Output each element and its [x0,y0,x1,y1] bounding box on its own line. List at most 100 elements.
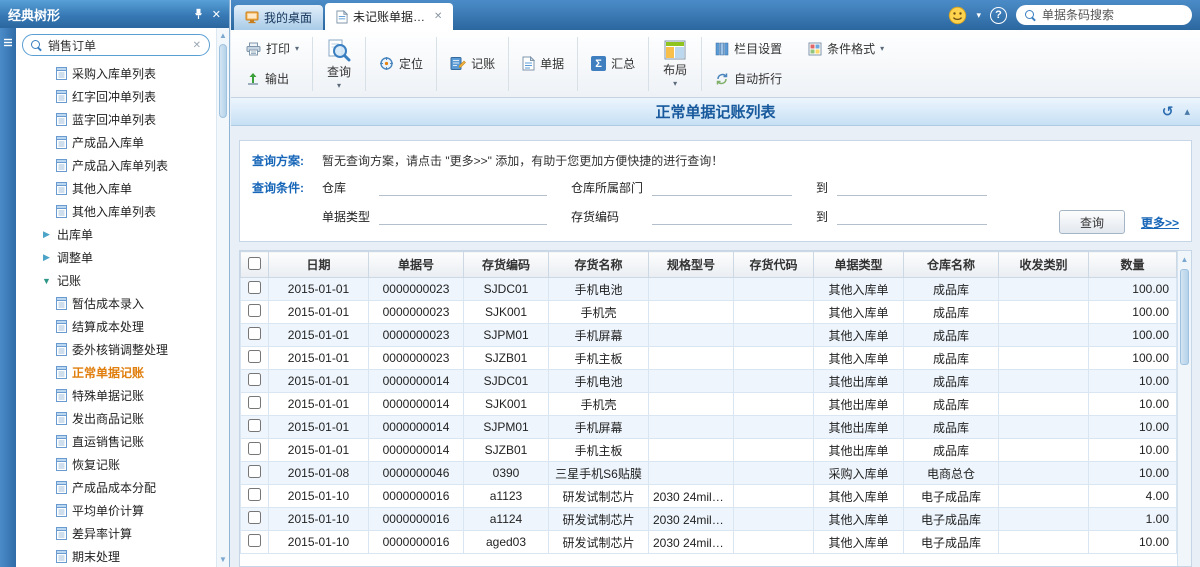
tree-item[interactable]: ▶ ▼ 产成品入库单列表 [16,154,216,177]
tree-item[interactable]: ▶ ▼ 发出商品记账 [16,407,216,430]
tree-item[interactable]: ▶ ▼ 产成品入库单 [16,131,216,154]
tree-item[interactable]: ▶ ▼ 红字回冲单列表 [16,85,216,108]
row-checkbox[interactable] [248,534,261,547]
post-button[interactable]: 记账 [442,52,503,75]
table-row[interactable]: 2015-01-01 0000000014 SJK001 手机壳 其他出库单 成… [241,393,1177,416]
tree-item[interactable]: ▶ ▼ 调整单 [16,246,216,269]
tree-item[interactable]: ▶ ▼ 恢复记账 [16,453,216,476]
tree-item-label: 发出商品记账 [72,410,144,427]
tab-my-desktop[interactable]: 我的桌面 [234,5,323,30]
tree-item[interactable]: ▶ ▼ 记账 [16,269,216,292]
cell-doc-no: 0000000023 [369,301,464,324]
more-link[interactable]: 更多>> [1141,214,1179,231]
row-checkbox[interactable] [248,419,261,432]
sidebar-scrollbar[interactable]: ▲ ▼ [216,28,229,567]
refresh-icon[interactable]: ↺ [1162,103,1174,120]
row-checkbox[interactable] [248,396,261,409]
column-header[interactable]: 日期 [269,252,369,278]
row-checkbox[interactable] [248,350,261,363]
warehouse-input[interactable] [379,179,547,196]
help-icon[interactable]: ? [990,7,1007,24]
doc-type-input[interactable] [379,208,547,225]
column-header[interactable]: 数量 [1089,252,1177,278]
document-button[interactable]: 单据 [514,52,572,75]
column-header[interactable]: 单据号 [369,252,464,278]
table-row[interactable]: 2015-01-10 0000000016 aged03 研发试制芯片 2030… [241,531,1177,554]
row-checkbox[interactable] [248,465,261,478]
warehouse-dept-input[interactable] [652,179,792,196]
barcode-search-input[interactable] [1042,8,1183,22]
tree-item[interactable]: ▶ ▼ 委外核销调整处理 [16,338,216,361]
collapse-panel-icon[interactable]: ▴ [1184,105,1190,118]
column-header[interactable]: 单据类型 [814,252,904,278]
row-checkbox[interactable] [248,488,261,501]
scroll-down-icon[interactable]: ▼ [217,555,229,564]
column-header[interactable]: 存货编码 [464,252,549,278]
column-settings-button[interactable]: 栏目设置 [707,37,790,60]
tree-item[interactable]: ▶ ▼ 其他入库单列表 [16,200,216,223]
conditional-format-button[interactable]: 条件格式 ▾ [800,37,892,60]
scroll-up-icon[interactable]: ▲ [217,31,229,40]
smiley-icon[interactable] [948,6,967,25]
print-button[interactable]: 打印 ▾ [238,37,307,60]
scrollbar-thumb[interactable] [1180,269,1189,365]
locate-button[interactable]: 定位 [371,52,431,75]
row-checkbox[interactable] [248,281,261,294]
close-sidebar-icon[interactable]: ✕ [212,8,221,21]
table-row[interactable]: 2015-01-01 0000000014 SJDC01 手机电池 其他出库单 … [241,370,1177,393]
table-scrollbar[interactable]: ▲ [1177,251,1191,566]
tree-item[interactable]: ▶ ▼ 出库单 [16,223,216,246]
tree-item[interactable]: ▶ ▼ 特殊单据记账 [16,384,216,407]
tree-item[interactable]: ▶ ▼ 差异率计算 [16,522,216,545]
row-checkbox[interactable] [248,373,261,386]
row-checkbox[interactable] [248,327,261,340]
auto-wrap-button[interactable]: 自动折行 [707,67,790,90]
table-row[interactable]: 2015-01-01 0000000023 SJPM01 手机屏幕 其他入库单 … [241,324,1177,347]
row-checkbox[interactable] [248,511,261,524]
tree-item[interactable]: ▶ ▼ 暂估成本录入 [16,292,216,315]
sidebar-collapse-strip[interactable] [0,28,16,567]
chevron-down-icon[interactable]: ▾ [976,10,981,21]
close-tab-icon[interactable]: ✕ [434,11,442,22]
output-button[interactable]: 输出 [238,67,307,90]
select-all-checkbox[interactable] [248,257,261,270]
query-button[interactable]: 查询 ▾ [318,35,360,93]
column-header[interactable]: 仓库名称 [904,252,999,278]
tree-item[interactable]: ▶ ▼ 结算成本处理 [16,315,216,338]
column-header[interactable]: 收发类别 [999,252,1089,278]
layout-button[interactable]: 布局 ▾ [654,37,696,91]
scrollbar-thumb[interactable] [219,44,227,118]
table-row[interactable]: 2015-01-10 0000000016 a1124 研发试制芯片 2030 … [241,508,1177,531]
table-row[interactable]: 2015-01-08 0000000046 0390 三星手机S6贴膜 采购入库… [241,462,1177,485]
summary-button[interactable]: Σ 汇总 [583,52,643,75]
tree-item[interactable]: ▶ ▼ 平均单价计算 [16,499,216,522]
inv-code-input[interactable] [652,208,792,225]
table-row[interactable]: 2015-01-01 0000000014 SJZB01 手机主板 其他出库单 … [241,439,1177,462]
clear-search-icon[interactable]: ✕ [193,40,201,51]
run-query-button[interactable]: 查询 [1059,210,1125,234]
inv-code-to-input[interactable] [837,208,987,225]
tab-unposted-docs[interactable]: 未记账单据… ✕ [325,3,453,30]
tree-item[interactable]: ▶ ▼ 其他入库单 [16,177,216,200]
tree-item[interactable]: ▶ ▼ 期末处理 [16,545,216,567]
scroll-up-icon[interactable]: ▲ [1178,251,1191,264]
tree-item[interactable]: ▶ ▼ 蓝字回冲单列表 [16,108,216,131]
column-header[interactable]: 存货名称 [549,252,649,278]
table-row[interactable]: 2015-01-01 0000000023 SJK001 手机壳 其他入库单 成… [241,301,1177,324]
warehouse-dept-to-input[interactable] [837,179,987,196]
cell-inv-code: SJZB01 [464,347,549,370]
sidebar-search-input[interactable] [48,38,188,52]
table-row[interactable]: 2015-01-01 0000000014 SJPM01 手机屏幕 其他出库单 … [241,416,1177,439]
tree-item[interactable]: ▶ ▼ 采购入库单列表 [16,62,216,85]
pin-icon[interactable] [194,8,203,20]
tree-item[interactable]: ▶ ▼ 正常单据记账 [16,361,216,384]
column-header[interactable]: 规格型号 [649,252,734,278]
tree-item[interactable]: ▶ ▼ 产成品成本分配 [16,476,216,499]
table-row[interactable]: 2015-01-01 0000000023 SJDC01 手机电池 其他入库单 … [241,278,1177,301]
table-row[interactable]: 2015-01-01 0000000023 SJZB01 手机主板 其他入库单 … [241,347,1177,370]
row-checkbox[interactable] [248,304,261,317]
table-row[interactable]: 2015-01-10 0000000016 a1123 研发试制芯片 2030 … [241,485,1177,508]
row-checkbox[interactable] [248,442,261,455]
column-header[interactable]: 存货代码 [734,252,814,278]
tree-item[interactable]: ▶ ▼ 直运销售记账 [16,430,216,453]
